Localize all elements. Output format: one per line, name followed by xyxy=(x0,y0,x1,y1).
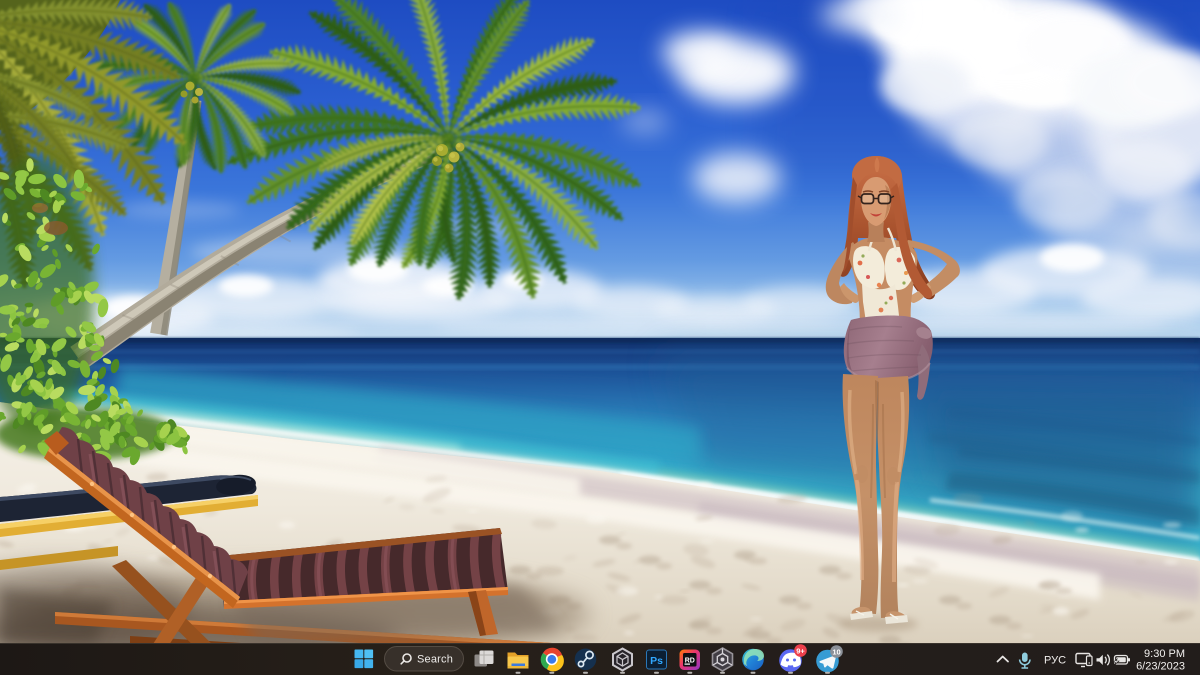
svg-text:RD: RD xyxy=(685,657,695,664)
svg-text:Search: Search xyxy=(417,654,453,666)
svg-text:9+: 9+ xyxy=(796,647,805,656)
svg-text:6/23/2023: 6/23/2023 xyxy=(1136,661,1185,673)
svg-text:РУС: РУС xyxy=(1044,655,1066,667)
svg-text:10: 10 xyxy=(832,648,840,657)
svg-text:Ps: Ps xyxy=(650,655,663,667)
svg-text:9:30 PM: 9:30 PM xyxy=(1144,648,1185,660)
